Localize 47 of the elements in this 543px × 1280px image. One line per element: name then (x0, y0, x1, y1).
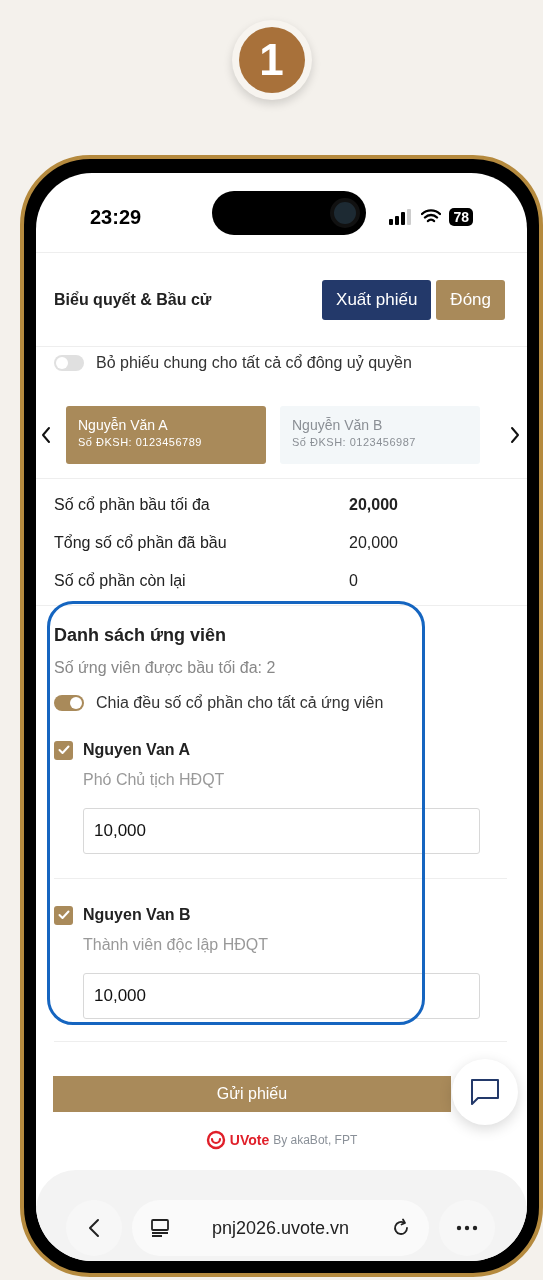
shareholder-id: Số ĐKSH: 0123456987 (292, 435, 417, 450)
candidate-name: Nguyen Van A (83, 740, 190, 760)
shareholder-name: Nguyễn Văn A (78, 416, 169, 434)
stat-label: Số cổ phần bầu tối đa (54, 495, 211, 515)
stat-value: 20,000 (349, 495, 398, 515)
battery-level: 78 (449, 207, 473, 226)
url-text: pnj2026.uvote.vn (211, 1216, 350, 1240)
stat-label: Tổng số cổ phần đã bầu (54, 533, 228, 553)
chat-bubble-icon (470, 1078, 500, 1106)
candidate-name: Nguyen Van B (83, 905, 191, 925)
signal-icon (389, 208, 414, 225)
export-button[interactable]: Xuất phiếu (322, 279, 432, 320)
reload-icon (391, 1218, 411, 1238)
checkbox[interactable] (54, 740, 73, 760)
toggle-label: Bỏ phiếu chung cho tất cả cổ đông uỷ quyền (96, 353, 412, 373)
page-title: Biểu quyết & Bầu cử (54, 289, 212, 310)
share-input-field[interactable]: 10,000 (83, 973, 480, 1019)
candidate-role: Phó Chủ tịch HĐQT (82, 770, 226, 790)
checkmark-icon (57, 745, 70, 755)
shareholder-id: Số ĐKSH: 0123456789 (78, 435, 203, 450)
page-icon (150, 1218, 170, 1238)
shareholder-name: Nguyễn Văn B (292, 416, 384, 434)
stat-value: 20,000 (349, 533, 398, 553)
share-input-field[interactable]: 10,000 (83, 808, 480, 854)
stat-value: 0 (349, 571, 358, 591)
stat-label: Số cổ phần còn lại (54, 571, 187, 591)
section-subtitle: Số ứng viên được bầu tối đa: 2 (54, 658, 277, 678)
status-time: 23:29 (90, 204, 142, 230)
checkbox[interactable] (54, 905, 73, 925)
candidate-role: Thành viên độc lập HĐQT (82, 935, 269, 955)
wifi-icon (421, 209, 442, 224)
uvote-logo-icon (205, 1130, 226, 1150)
toggle-switch[interactable] (54, 695, 84, 711)
credit-text: By akaBot, FPT (273, 1132, 358, 1149)
step-number: 1 (238, 27, 305, 93)
camera-lens-icon (330, 198, 360, 228)
brand-name: UVote (229, 1130, 270, 1150)
chevron-left-icon (40, 426, 52, 444)
toggle-label: Chia đều số cổ phần cho tất cả ứng viên (96, 693, 384, 713)
section-title: Danh sách ứng viên (54, 624, 228, 647)
checkmark-icon (57, 910, 70, 920)
chevron-left-icon (88, 1218, 100, 1238)
more-icon (456, 1225, 478, 1231)
chevron-right-icon (509, 426, 521, 444)
address-bar[interactable]: pnj2026.uvote.vn (132, 1200, 429, 1256)
chat-button[interactable] (452, 1059, 518, 1125)
toggle-switch[interactable] (54, 355, 84, 371)
